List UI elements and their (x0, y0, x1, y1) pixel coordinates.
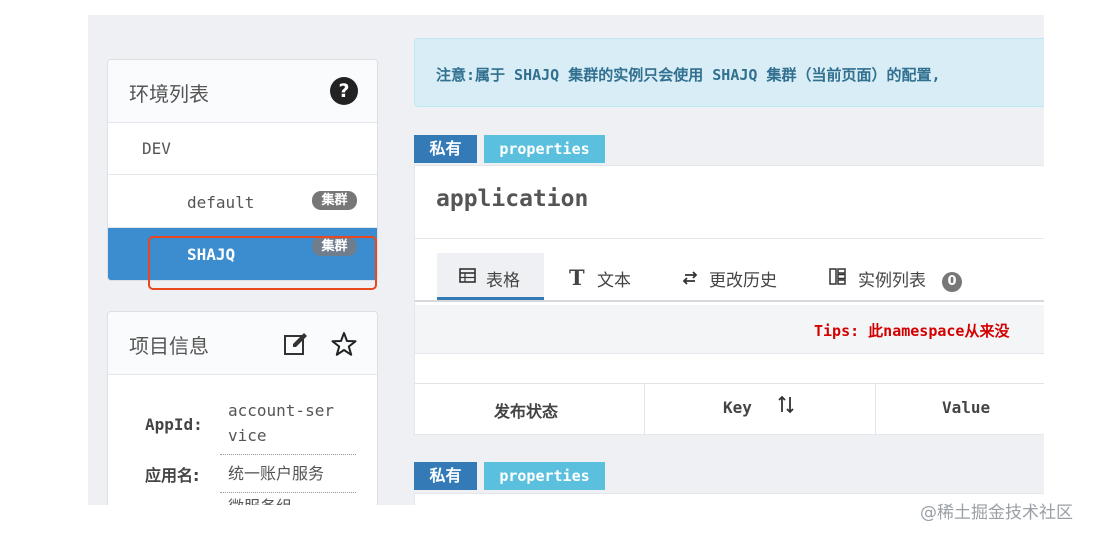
divider (220, 492, 356, 493)
tab-table[interactable]: 表格 (437, 253, 544, 300)
appname-label: 应用名: (145, 466, 200, 485)
project-info-title: 项目信息 (129, 334, 209, 358)
namespace-title: application (436, 186, 589, 212)
project-info-header: 项目信息 (108, 312, 377, 375)
private-label: 私有 (414, 462, 477, 490)
notice-text: 注意:属于 SHAJQ 集群的实例只会使用 SHAJQ 集群（当前页面）的配置, (436, 66, 941, 84)
namespace-tabs: 表格 T 文本 更改历史 实例列表 0 (415, 253, 1044, 302)
text-icon: T (569, 265, 585, 290)
table-header: 发布状态 Key Value (415, 383, 1044, 434)
project-info-panel: 项目信息 AppId: account-ser vice 应用名: 统一账户服务… (107, 311, 378, 505)
divider (415, 238, 1044, 239)
instance-list-icon (829, 268, 846, 290)
tab-instances-label: 实例列表 (858, 271, 926, 291)
env-list-title: 环境列表 (129, 82, 209, 106)
tips-bar: Tips: 此namespace从来没 (415, 305, 1044, 354)
table-icon (459, 268, 476, 288)
cluster-default-label: default (187, 193, 255, 212)
column-header-value[interactable]: Value (876, 384, 1044, 434)
format-label: properties (484, 462, 605, 490)
instance-count-badge: 0 (942, 272, 962, 292)
column-key-label: Key (723, 398, 752, 417)
tips-text: Tips: 此namespace从来没 (814, 322, 1010, 340)
cluster-notice: 注意:属于 SHAJQ 集群的实例只会使用 SHAJQ 集群（当前页面）的配置, (414, 38, 1044, 107)
cluster-badge: 集群 (312, 191, 357, 210)
env-dev-label: DEV (142, 139, 171, 158)
appname-value: 统一账户服务 (228, 464, 325, 483)
tab-history[interactable]: 更改历史 (680, 253, 810, 300)
question-circle-icon[interactable]: ? (330, 77, 358, 105)
tab-text-label: 文本 (597, 271, 631, 291)
column-status-label: 发布状态 (494, 402, 559, 421)
env-item-dev[interactable]: DEV (108, 123, 377, 175)
star-icon[interactable] (331, 331, 357, 357)
history-icon (682, 270, 698, 290)
tab-table-label: 表格 (486, 271, 520, 291)
column-header-status[interactable]: 发布状态 (415, 384, 645, 434)
tab-history-label: 更改历史 (709, 271, 777, 291)
column-header-key[interactable]: Key (645, 384, 876, 434)
tab-text[interactable]: T 文本 (565, 253, 655, 300)
env-list-header: 环境列表 ? (108, 60, 377, 123)
partial-row: 微服务组 (228, 494, 292, 505)
format-label: properties (484, 135, 605, 163)
tab-instances[interactable]: 实例列表 0 (829, 253, 979, 300)
namespace-card: application 表格 T 文本 更改历史 实例列表 0 Tips: 此n… (414, 165, 1044, 435)
selection-highlight (148, 236, 377, 290)
sort-icon[interactable] (777, 395, 795, 419)
appid-value-line2: vice (228, 426, 267, 445)
cluster-item-default[interactable]: default 集群 (108, 175, 377, 228)
column-value-label: Value (942, 398, 991, 417)
edit-icon[interactable] (283, 331, 309, 357)
appid-value-line1: account-ser (228, 401, 334, 420)
watermark: @稀土掘金技术社区 (920, 503, 1073, 523)
private-label: 私有 (414, 135, 477, 163)
divider (220, 454, 356, 455)
appid-label: AppId: (145, 415, 203, 434)
